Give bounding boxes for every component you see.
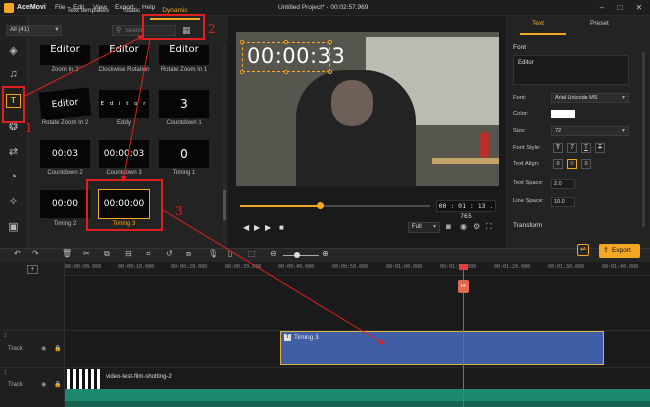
annotation-arrow-1 (24, 35, 144, 97)
annotation-arrow-3 (162, 209, 385, 345)
annotation-arrow-2 (120, 39, 151, 182)
annotation-arrows (24, 35, 385, 345)
